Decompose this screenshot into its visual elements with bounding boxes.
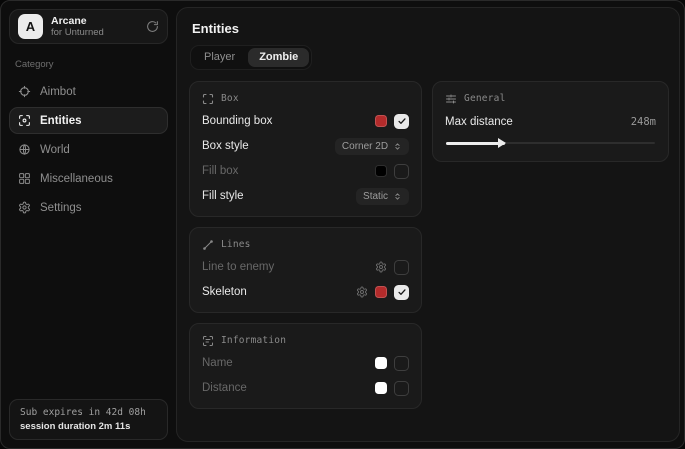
gear-icon (18, 201, 31, 214)
sidebar-item-entities[interactable]: Entities (9, 107, 168, 134)
setting-label: Fill style (202, 190, 244, 202)
checkbox[interactable] (394, 285, 409, 300)
setting-label: Max distance (445, 116, 513, 128)
crosshair-icon (18, 85, 31, 98)
scan-text-icon (202, 335, 214, 347)
lines-card: Lines Line to enemy Skeleton (189, 227, 422, 313)
setting-label: Name (202, 357, 233, 369)
entities-scan-icon (18, 114, 31, 127)
page-title: Entities (192, 21, 669, 36)
setting-row-distance: Distance (202, 378, 409, 398)
card-title: Box (221, 93, 239, 104)
sidebar-item-label: Entities (40, 115, 82, 127)
checkbox[interactable] (394, 260, 409, 275)
card-title: Information (221, 335, 286, 346)
box-card-header: Box (202, 91, 409, 106)
globe-icon (18, 143, 31, 156)
tab-player[interactable]: Player (193, 48, 246, 67)
setting-label: Box style (202, 140, 249, 152)
information-card: Information Name Distance (189, 323, 422, 409)
right-column: General Max distance 248m (432, 81, 669, 162)
tab-zombie[interactable]: Zombie (248, 48, 309, 67)
color-swatch[interactable] (375, 286, 387, 298)
checkbox[interactable] (394, 164, 409, 179)
sliders-icon (445, 93, 457, 105)
sidebar-item-miscellaneous[interactable]: Miscellaneous (9, 165, 168, 192)
sidebar-item-label: Miscellaneous (40, 173, 113, 185)
box-corners-icon (202, 93, 214, 105)
main-panel: Entities Player Zombie Box Bounding box (176, 7, 680, 442)
select-value: Static (363, 191, 388, 202)
checkbox[interactable] (394, 114, 409, 129)
session-duration-text: session duration 2m 11s (20, 421, 157, 432)
sync-icon[interactable] (146, 20, 159, 33)
brand-card: A Arcane for Unturned (9, 9, 168, 44)
card-title: Lines (221, 239, 251, 250)
app-name: Arcane (51, 15, 138, 28)
setting-row-max-distance: Max distance 248m (445, 112, 656, 132)
left-column: Box Bounding box Box style Corner 2D (189, 81, 422, 409)
brand-text: Arcane for Unturned (51, 15, 138, 39)
app-logo: A (18, 14, 43, 39)
sidebar-item-label: Settings (40, 202, 82, 214)
card-title: General (464, 93, 505, 104)
sidebar-item-settings[interactable]: Settings (9, 194, 168, 221)
checkbox[interactable] (394, 381, 409, 396)
fill-style-select[interactable]: Static (356, 188, 409, 205)
grid-icon (18, 172, 31, 185)
chevrons-up-down-icon (393, 192, 402, 201)
diagonal-line-icon (202, 239, 214, 251)
setting-label: Fill box (202, 165, 238, 177)
line-config-gear-icon[interactable] (375, 261, 387, 273)
general-card-header: General (445, 91, 656, 106)
setting-label: Bounding box (202, 115, 272, 127)
sidebar-item-label: Aimbot (40, 86, 76, 98)
app-subtitle: for Unturned (51, 27, 138, 38)
skeleton-config-gear-icon[interactable] (356, 286, 368, 298)
color-swatch[interactable] (375, 382, 387, 394)
general-card: General Max distance 248m (432, 81, 669, 162)
sidebar-item-aimbot[interactable]: Aimbot (9, 78, 168, 105)
sidebar: A Arcane for Unturned Category Aimbot En… (1, 1, 176, 448)
setting-label: Distance (202, 382, 247, 394)
setting-row-name: Name (202, 353, 409, 373)
color-swatch[interactable] (375, 115, 387, 127)
sidebar-item-label: World (40, 144, 70, 156)
setting-row-bounding-box: Bounding box (202, 111, 409, 131)
information-card-header: Information (202, 333, 409, 348)
setting-row-skeleton: Skeleton (202, 282, 409, 302)
box-card: Box Bounding box Box style Corner 2D (189, 81, 422, 217)
select-value: Corner 2D (342, 141, 388, 152)
box-style-select[interactable]: Corner 2D (335, 138, 409, 155)
setting-row-line-to-enemy: Line to enemy (202, 257, 409, 277)
max-distance-value: 248m (631, 116, 656, 128)
lines-card-header: Lines (202, 237, 409, 252)
entity-tabs: Player Zombie (190, 45, 312, 70)
sidebar-item-world[interactable]: World (9, 136, 168, 163)
color-swatch[interactable] (375, 357, 387, 369)
subscription-card: Sub expires in 42d 08h session duration … (9, 399, 168, 440)
setting-row-box-style: Box style Corner 2D (202, 136, 409, 156)
max-distance-slider[interactable] (446, 137, 655, 149)
color-swatch[interactable] (375, 165, 387, 177)
setting-label: Line to enemy (202, 261, 274, 273)
checkbox[interactable] (394, 356, 409, 371)
sub-expiry-text: Sub expires in 42d 08h (20, 407, 157, 418)
slider-thumb[interactable] (498, 138, 506, 148)
app-window: A Arcane for Unturned Category Aimbot En… (0, 0, 685, 449)
chevrons-up-down-icon (393, 142, 402, 151)
settings-columns: Box Bounding box Box style Corner 2D (189, 81, 669, 409)
slider-fill (446, 142, 505, 145)
setting-row-fill-box: Fill box (202, 161, 409, 181)
category-label: Category (15, 59, 162, 70)
setting-label: Skeleton (202, 286, 247, 298)
setting-row-fill-style: Fill style Static (202, 186, 409, 206)
